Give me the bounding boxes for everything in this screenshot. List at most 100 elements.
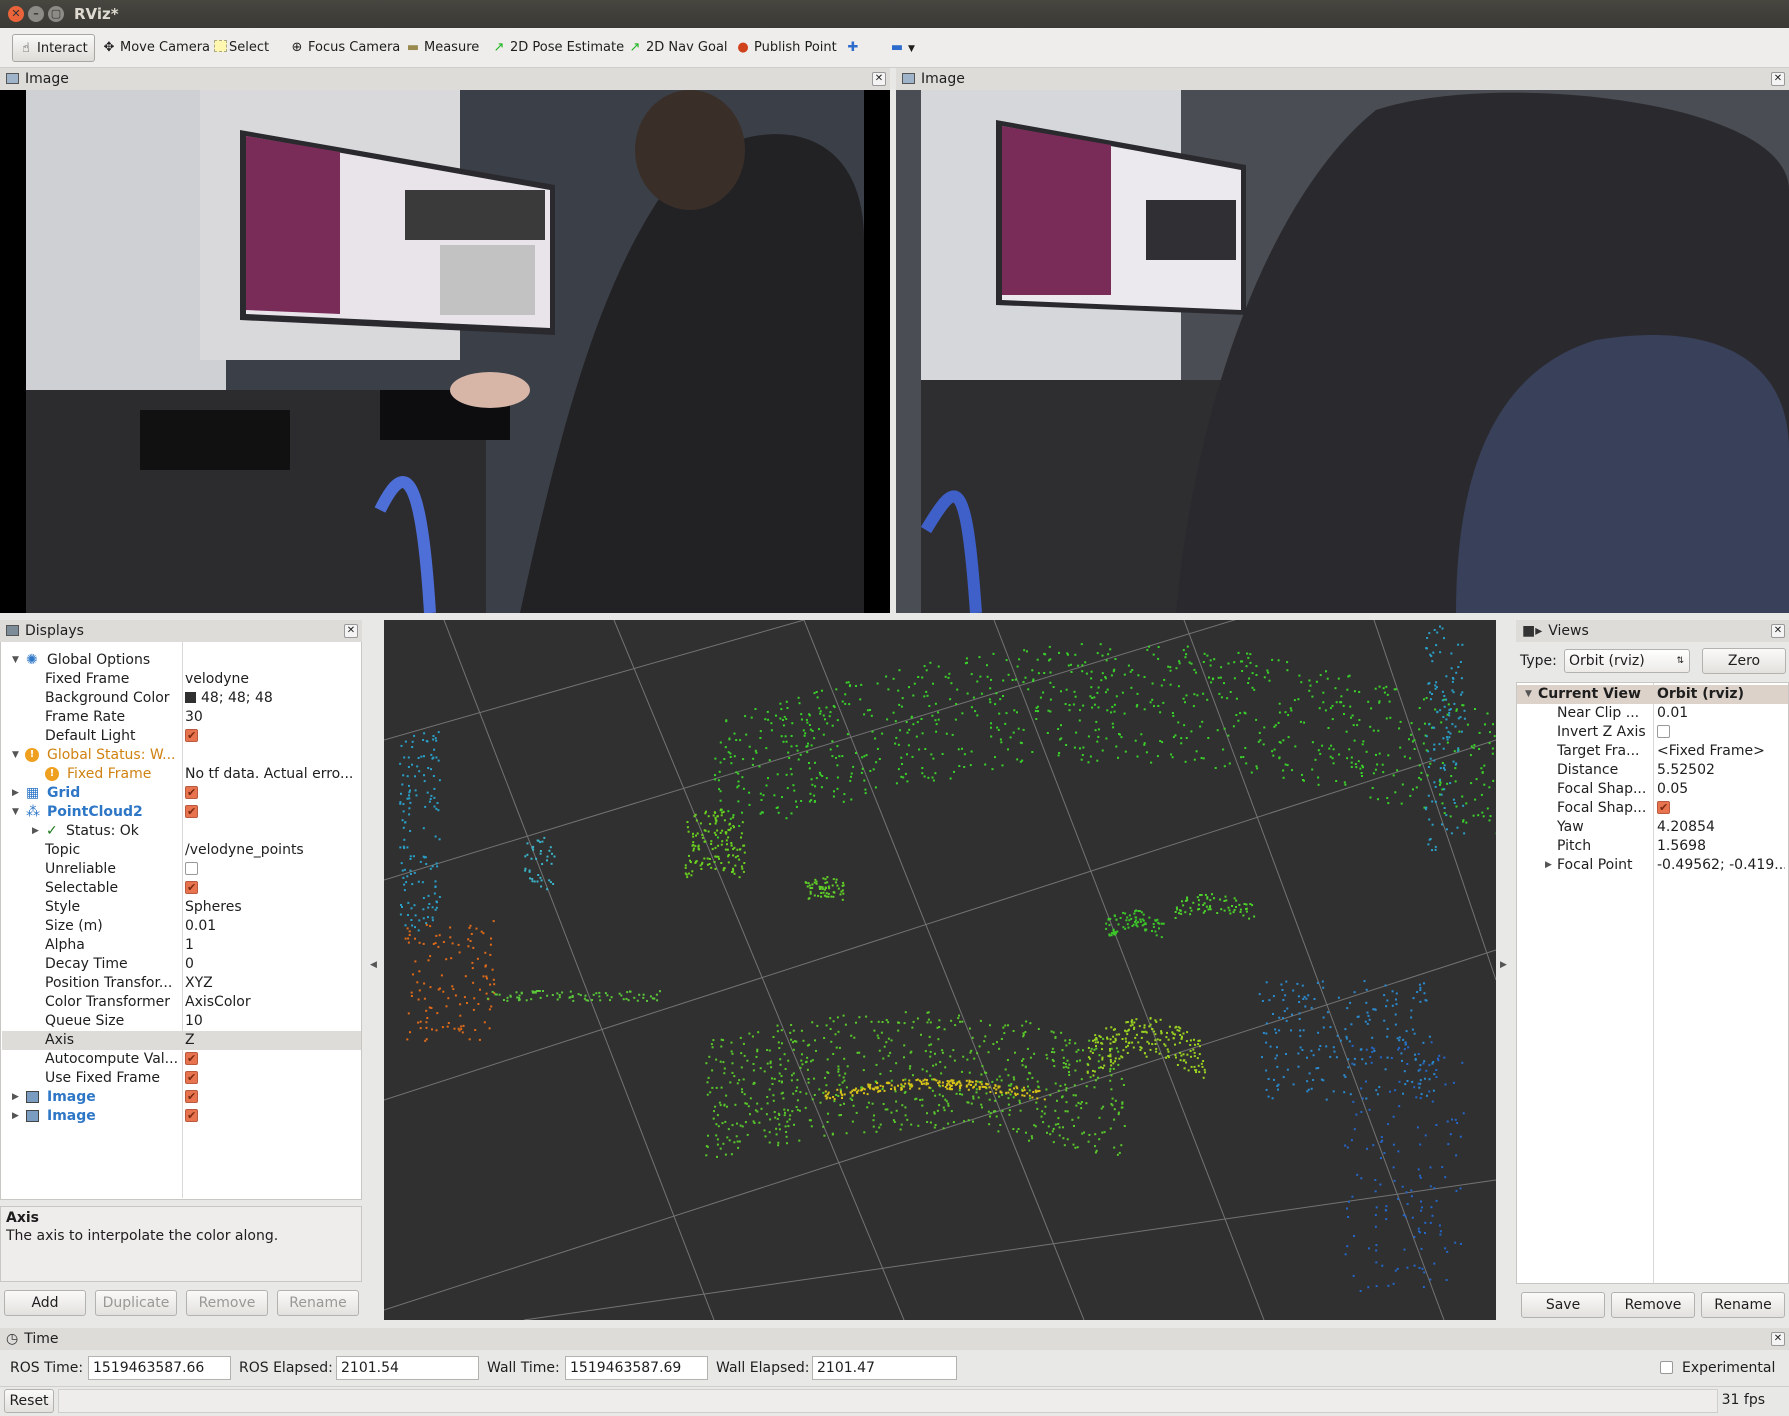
invert-z-checkbox[interactable]: [1657, 725, 1670, 738]
remove-display-button[interactable]: Remove: [186, 1290, 268, 1316]
tree-row-grid[interactable]: ▶ ▦ Grid: [2, 784, 361, 803]
view-row-pitch[interactable]: Pitch 1.5698: [1517, 837, 1788, 856]
wall-elapsed-field[interactable]: 2101.47: [812, 1356, 957, 1380]
tool-interact[interactable]: ☝ Interact: [12, 34, 95, 62]
tree-row-image-2[interactable]: ▶ Image: [2, 1107, 361, 1126]
expand-arrow-icon[interactable]: ▶: [12, 1107, 19, 1126]
view-row-current-view[interactable]: ▼ Current View Orbit (rviz): [1517, 685, 1788, 704]
view-type-select[interactable]: Orbit (rviz) ⇅: [1564, 649, 1690, 673]
tree-row-style[interactable]: Style Spheres: [2, 898, 361, 917]
tree-row-position-transformer[interactable]: Position Transfor... XYZ: [2, 974, 361, 993]
tree-row-queue-size[interactable]: Queue Size 10: [2, 1012, 361, 1031]
tree-value[interactable]: 0.01: [185, 917, 357, 936]
close-icon[interactable]: ✕: [1771, 72, 1785, 86]
tree-value[interactable]: 0.01: [1657, 704, 1688, 723]
tree-value[interactable]: 48; 48; 48: [185, 689, 357, 708]
expand-arrow-icon[interactable]: ▶: [12, 784, 19, 803]
image-2-checkbox[interactable]: [185, 1107, 198, 1125]
tree-value[interactable]: velodyne: [185, 670, 357, 689]
tree-value[interactable]: 1.5698: [1657, 837, 1706, 856]
tree-value[interactable]: <Fixed Frame>: [1657, 742, 1765, 761]
tree-row-autocompute[interactable]: Autocompute Val...: [2, 1050, 361, 1069]
tree-row-topic[interactable]: Topic/velodyne_points: [2, 841, 361, 860]
tree-row-fixed-frame-status[interactable]: ! Fixed Frame No tf data. Actual erro...: [2, 765, 361, 784]
tree-row-frame-rate[interactable]: Frame Rate 30: [2, 708, 361, 727]
tool-measure[interactable]: ▬ Measure: [400, 34, 485, 62]
tree-row-image-1[interactable]: ▶ Image: [2, 1088, 361, 1107]
right-splitter-handle[interactable]: ▶: [1500, 960, 1507, 970]
close-icon[interactable]: ✕: [872, 72, 886, 86]
tree-row-default-light[interactable]: Default Light: [2, 727, 361, 746]
add-tool-button[interactable]: ✚: [840, 34, 870, 62]
minimize-window-icon[interactable]: –: [28, 6, 44, 22]
grid-checkbox[interactable]: [185, 784, 198, 802]
tree-row-size[interactable]: Size (m) 0.01: [2, 917, 361, 936]
view-row-distance[interactable]: Distance 5.52502: [1517, 761, 1788, 780]
tree-row-global-status[interactable]: ▼ ! Global Status: W...: [2, 746, 361, 765]
tree-value[interactable]: Z: [185, 1031, 357, 1050]
pointcloud2-checkbox[interactable]: [185, 803, 198, 821]
tree-row-selectable[interactable]: Selectable: [2, 879, 361, 898]
add-display-button[interactable]: Add: [4, 1290, 86, 1316]
view-row-focal-shape-size[interactable]: Focal Shap... 0.05: [1517, 780, 1788, 799]
tree-value[interactable]: XYZ: [185, 974, 357, 993]
expand-arrow-icon[interactable]: ▶: [1545, 856, 1552, 875]
tree-row-axis[interactable]: Axis Z: [2, 1031, 361, 1050]
default-light-checkbox[interactable]: [185, 727, 198, 745]
view-row-invert-z[interactable]: Invert Z Axis: [1517, 723, 1788, 742]
ros-elapsed-field[interactable]: 2101.54: [336, 1356, 479, 1380]
ros-time-field[interactable]: 1519463587.66: [88, 1356, 231, 1380]
tree-row-use-fixed-frame[interactable]: Use Fixed Frame: [2, 1069, 361, 1088]
rename-display-button[interactable]: Rename: [277, 1290, 359, 1316]
tool-focus-camera[interactable]: ⊕ Focus Camera: [284, 34, 406, 62]
expand-arrow-icon[interactable]: ▼: [1525, 685, 1532, 704]
view-row-focal-shape-fixed[interactable]: Focal Shap...: [1517, 798, 1788, 818]
tree-value[interactable]: -0.49562; -0.419...: [1657, 856, 1785, 875]
tool-2d-nav-goal[interactable]: ↗ 2D Nav Goal: [622, 34, 734, 62]
expand-arrow-icon[interactable]: ▼: [12, 651, 19, 670]
tool-move-camera[interactable]: ✥ Move Camera: [96, 34, 216, 62]
tree-value[interactable]: /velodyne_points: [185, 841, 357, 860]
tree-row-unreliable[interactable]: Unreliable: [2, 860, 361, 879]
focal-shape-checkbox[interactable]: [1657, 798, 1670, 817]
tree-value[interactable]: 0.05: [1657, 780, 1688, 799]
unreliable-checkbox[interactable]: [185, 862, 198, 875]
tool-publish-point[interactable]: ● Publish Point: [730, 34, 843, 62]
wall-time-field[interactable]: 1519463587.69: [565, 1356, 708, 1380]
close-icon[interactable]: ✕: [344, 624, 358, 638]
3d-viewport[interactable]: [384, 620, 1496, 1320]
close-icon[interactable]: ✕: [1771, 624, 1785, 638]
view-row-near-clip[interactable]: Near Clip ... 0.01: [1517, 704, 1788, 723]
tree-row-color-transformer[interactable]: Color Transformer AxisColor: [2, 993, 361, 1012]
tool-select[interactable]: Select: [210, 34, 275, 62]
close-icon[interactable]: ✕: [1771, 1332, 1785, 1346]
view-row-target-frame[interactable]: Target Fra... <Fixed Frame>: [1517, 742, 1788, 761]
tree-row-background-color[interactable]: Background Color 48; 48; 48: [2, 689, 361, 708]
selectable-checkbox[interactable]: [185, 879, 198, 897]
tree-row-status-ok[interactable]: ▶ ✓ Status: Ok: [2, 822, 361, 841]
tree-value[interactable]: 30: [185, 708, 357, 727]
tree-value[interactable]: 0: [185, 955, 357, 974]
expand-arrow-icon[interactable]: ▶: [32, 822, 39, 841]
tree-row-alpha[interactable]: Alpha 1: [2, 936, 361, 955]
use-fixed-frame-checkbox[interactable]: [185, 1069, 198, 1087]
tree-row-decay-time[interactable]: Decay Time 0: [2, 955, 361, 974]
tree-value[interactable]: 5.52502: [1657, 761, 1715, 780]
tree-value[interactable]: Spheres: [185, 898, 357, 917]
remove-tool-button[interactable]: ▬ ▼: [884, 34, 921, 62]
image-1-checkbox[interactable]: [185, 1088, 198, 1106]
expand-arrow-icon[interactable]: ▶: [12, 1088, 19, 1107]
left-splitter-handle[interactable]: ◀: [370, 960, 377, 970]
reset-button[interactable]: Reset: [4, 1389, 54, 1413]
rename-view-button[interactable]: Rename: [1701, 1292, 1785, 1318]
close-window-icon[interactable]: ✕: [8, 6, 24, 22]
tree-value[interactable]: 4.20854: [1657, 818, 1715, 837]
save-view-button[interactable]: Save: [1521, 1292, 1605, 1318]
zero-button[interactable]: Zero: [1702, 648, 1786, 674]
remove-view-button[interactable]: Remove: [1611, 1292, 1695, 1318]
duplicate-display-button[interactable]: Duplicate: [95, 1290, 177, 1316]
tool-2d-pose-estimate[interactable]: ↗ 2D Pose Estimate: [486, 34, 630, 62]
view-row-focal-point[interactable]: ▶ Focal Point -0.49562; -0.419...: [1517, 856, 1788, 875]
tree-value[interactable]: 10: [185, 1012, 357, 1031]
tree-value[interactable]: AxisColor: [185, 993, 357, 1012]
